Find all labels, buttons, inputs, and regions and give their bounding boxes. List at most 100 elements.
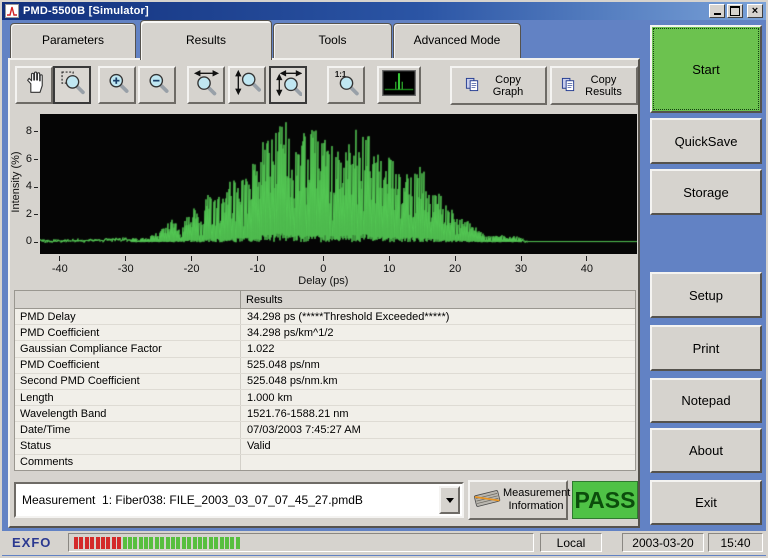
- progress-segment: [90, 536, 95, 549]
- zoom-in-button[interactable]: [98, 66, 136, 104]
- x-tick-label: 20: [449, 263, 462, 275]
- progress-segment: [203, 536, 208, 549]
- progress-segment: [197, 536, 202, 549]
- param-cell: Gaussian Compliance Factor: [20, 343, 162, 355]
- x-tick-label: 40: [580, 263, 594, 275]
- maximize-button[interactable]: [727, 4, 743, 18]
- x-tick-mark: [322, 256, 324, 261]
- param-cell: PMD Coefficient: [20, 359, 100, 372]
- interferogram-plot[interactable]: [40, 114, 637, 254]
- progress-segment: [235, 536, 240, 549]
- signal-view-icon: [382, 69, 416, 101]
- progress-segment: [165, 536, 170, 549]
- progress-segment: [224, 536, 229, 549]
- progress-segment: [208, 536, 213, 549]
- progress-segment: [181, 536, 186, 549]
- x-tick-label: 10: [383, 263, 396, 275]
- keyboard-icon: [472, 487, 502, 514]
- tab-advanced-mode[interactable]: Advanced Mode: [393, 23, 521, 58]
- table-body: PMD Delay 34.298 ps (*****Threshold Excee…: [15, 309, 635, 471]
- zoom-both-axes-button[interactable]: [269, 66, 307, 104]
- signal-view-button[interactable]: [377, 66, 421, 104]
- x-tick-label: -30: [117, 263, 134, 275]
- param-cell: PMD Delay: [20, 310, 76, 323]
- y-tick-label: 8: [25, 124, 32, 137]
- x-tick-mark: [125, 256, 127, 261]
- zoom-vertical-icon: [234, 69, 261, 101]
- value-cell: Valid: [240, 438, 635, 454]
- copy-results-button[interactable]: Copy Results: [550, 66, 638, 105]
- tab-results[interactable]: Results: [140, 20, 272, 60]
- zoom-horizontal-button[interactable]: [187, 66, 225, 104]
- close-icon: ×: [751, 5, 759, 17]
- results-table: Results PMD Delay 34.298 ps (*****Thresho…: [14, 290, 636, 471]
- table-row: Status Valid: [15, 438, 635, 455]
- sidebar-button-start[interactable]: Start: [650, 25, 762, 113]
- y-tick-label: 0: [25, 235, 32, 248]
- status-date: 2003-03-20: [622, 533, 704, 552]
- copy-icon: [561, 77, 576, 95]
- x-tick-mark: [454, 256, 456, 261]
- measurement-info-button[interactable]: Measurement Information: [468, 480, 570, 520]
- x-tick-label: 0: [320, 263, 327, 275]
- sidebar-button-storage[interactable]: Storage: [650, 169, 762, 215]
- sidebar-button-about[interactable]: About: [650, 428, 762, 473]
- progress-segment: [160, 536, 165, 549]
- table-row: PMD Delay 34.298 ps (*****Threshold Excee…: [15, 309, 635, 326]
- table-row: Second PMD Coefficient 525.048 ps/nm.km: [15, 373, 635, 391]
- y-tick-mark: [34, 131, 38, 133]
- zoom-in-icon: [104, 69, 131, 101]
- title-bar[interactable]: PMD-5500B [Simulator] ×: [2, 2, 766, 20]
- minimize-icon: [713, 5, 721, 15]
- close-button[interactable]: ×: [747, 4, 763, 18]
- tab-parameters[interactable]: Parameters: [10, 23, 136, 58]
- progress-segment: [187, 536, 192, 549]
- y-tick-label: 2: [25, 207, 32, 220]
- param-cell: PMD Coefficient: [20, 326, 100, 339]
- measurement-select[interactable]: Measurement 1: Fiber038: FILE_2003_03_07…: [14, 482, 464, 518]
- table-row: PMD Coefficient 525.048 ps/nm: [15, 357, 635, 374]
- y-tick-label: 6: [25, 152, 32, 165]
- progress-segment: [219, 536, 224, 549]
- progress-segment: [106, 536, 111, 549]
- value-cell: 525.048 ps/nm: [240, 357, 635, 373]
- copy-results-label: Copy Results: [585, 73, 622, 98]
- sidebar-button-notepad[interactable]: Notepad: [650, 378, 762, 423]
- progress-segment: [133, 536, 138, 549]
- zoom-vertical-button[interactable]: [228, 66, 266, 104]
- copy-graph-label: Copy Graph: [492, 73, 524, 98]
- table-row: Gaussian Compliance Factor 1.022: [15, 341, 635, 358]
- window: { "window": { "title": "PMD-5500B [Simul…: [0, 0, 768, 558]
- value-cell: 34.298 ps (*****Threshold Exceeded*****): [240, 309, 635, 325]
- progress-segment: [79, 536, 84, 549]
- zoom-1to1-button[interactable]: 1:1: [327, 66, 365, 104]
- x-tick-mark: [586, 256, 588, 261]
- copy-graph-button[interactable]: Copy Graph: [450, 66, 547, 105]
- dropdown-arrow-button[interactable]: [439, 486, 460, 514]
- param-cell: Status: [20, 440, 52, 453]
- progress-segment: [100, 536, 105, 549]
- value-cell: [240, 454, 635, 471]
- sidebar-button-print[interactable]: Print: [650, 325, 762, 371]
- minimize-button[interactable]: [709, 4, 725, 18]
- tab-tools[interactable]: Tools: [273, 23, 392, 58]
- x-tick-label: 30: [514, 263, 528, 275]
- app-icon: [5, 4, 19, 18]
- status-mode: Local: [540, 533, 602, 552]
- results-header-label: Results: [246, 293, 283, 306]
- y-tick-label: 4: [25, 180, 32, 193]
- progress-segment: [117, 536, 122, 549]
- window-title: PMD-5500B [Simulator]: [23, 5, 149, 17]
- zoom-both-axes-icon: [275, 69, 303, 101]
- pan-hand-button[interactable]: [15, 66, 53, 104]
- progress-segment: [171, 536, 176, 549]
- zoom-1to1-icon: 1:1: [333, 69, 360, 101]
- param-cell: Wavelength Band: [20, 407, 107, 420]
- sidebar-button-quicksave[interactable]: QuickSave: [650, 118, 762, 164]
- zoom-select-button[interactable]: [53, 66, 91, 104]
- sidebar-button-exit[interactable]: Exit: [650, 480, 762, 525]
- sidebar-button-setup[interactable]: Setup: [650, 272, 762, 318]
- progress-segment: [95, 536, 100, 549]
- zoom-out-button[interactable]: [138, 66, 176, 104]
- zoom-horizontal-icon: [193, 69, 220, 101]
